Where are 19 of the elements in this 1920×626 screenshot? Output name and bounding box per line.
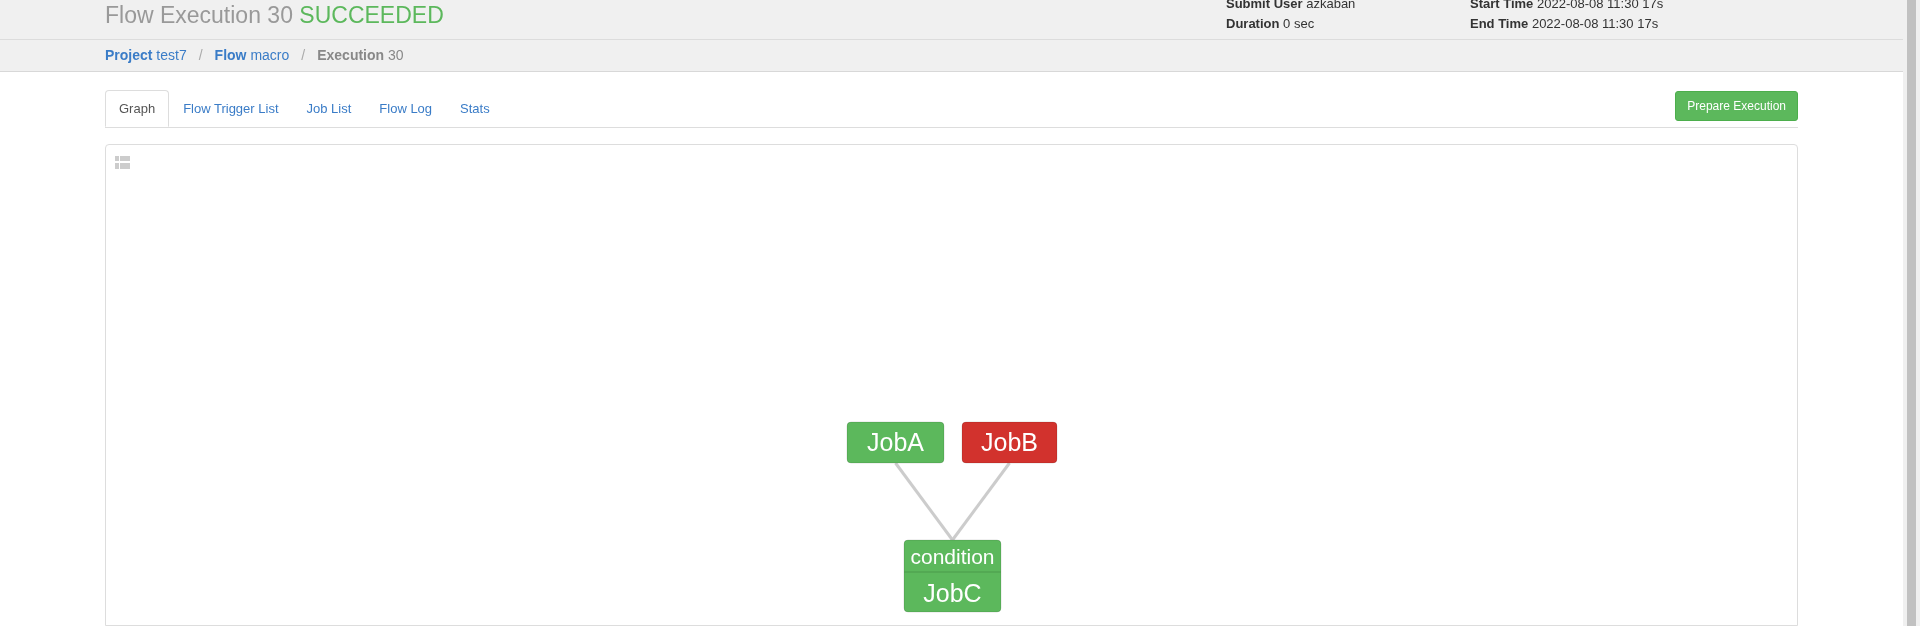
breadcrumb-link[interactable]: Project test7: [105, 45, 187, 66]
tab[interactable]: Flow Log: [365, 90, 447, 127]
scrollbar[interactable]: [1903, 0, 1920, 626]
tab[interactable]: Graph: [105, 90, 170, 127]
job-node[interactable]: JobB: [961, 421, 1058, 464]
page-title: Flow Execution 30 SUCCEEDED: [105, 2, 444, 28]
tab[interactable]: Flow Trigger List: [169, 90, 293, 127]
breadcrumb-separator: /: [301, 46, 306, 65]
tab[interactable]: Job List: [292, 90, 366, 127]
breadcrumb-separator: /: [198, 46, 203, 65]
info-text: End Time 2022-08-08 11:30 17s: [1470, 15, 1660, 33]
panel-toggle-icon[interactable]: [115, 156, 130, 169]
breadcrumb-current: Execution 30: [317, 46, 404, 65]
job-node[interactable]: condition JobC: [903, 539, 1002, 613]
prepare-execution-button[interactable]: Prepare Execution: [1675, 91, 1798, 121]
tab[interactable]: Stats: [446, 90, 504, 127]
info-text: Duration 0 sec: [1226, 15, 1316, 33]
job-node[interactable]: JobA: [846, 421, 945, 464]
breadcrumb-link[interactable]: Flow macro: [214, 45, 290, 66]
